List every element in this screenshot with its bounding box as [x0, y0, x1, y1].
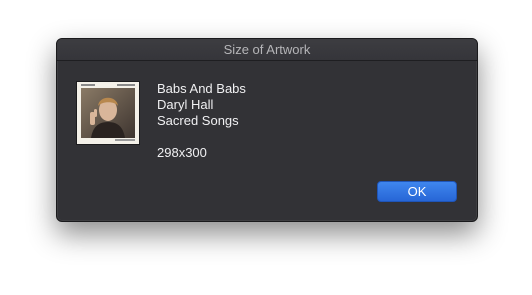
- album-artwork: [76, 81, 140, 145]
- dialog-title: Size of Artwork: [57, 39, 477, 61]
- artwork-dimensions: 298x300: [157, 145, 207, 160]
- track-name: Babs And Babs: [157, 81, 246, 96]
- track-album: Sacred Songs: [157, 113, 239, 128]
- size-of-artwork-dialog: Size of Artwork Babs And Babs Daryl Hall: [56, 38, 478, 222]
- track-artist: Daryl Hall: [157, 97, 214, 112]
- track-info: Babs And Babs Daryl Hall Sacred Songs 29…: [157, 81, 246, 161]
- ok-button[interactable]: OK: [377, 181, 457, 202]
- album-artwork-image: [77, 82, 139, 144]
